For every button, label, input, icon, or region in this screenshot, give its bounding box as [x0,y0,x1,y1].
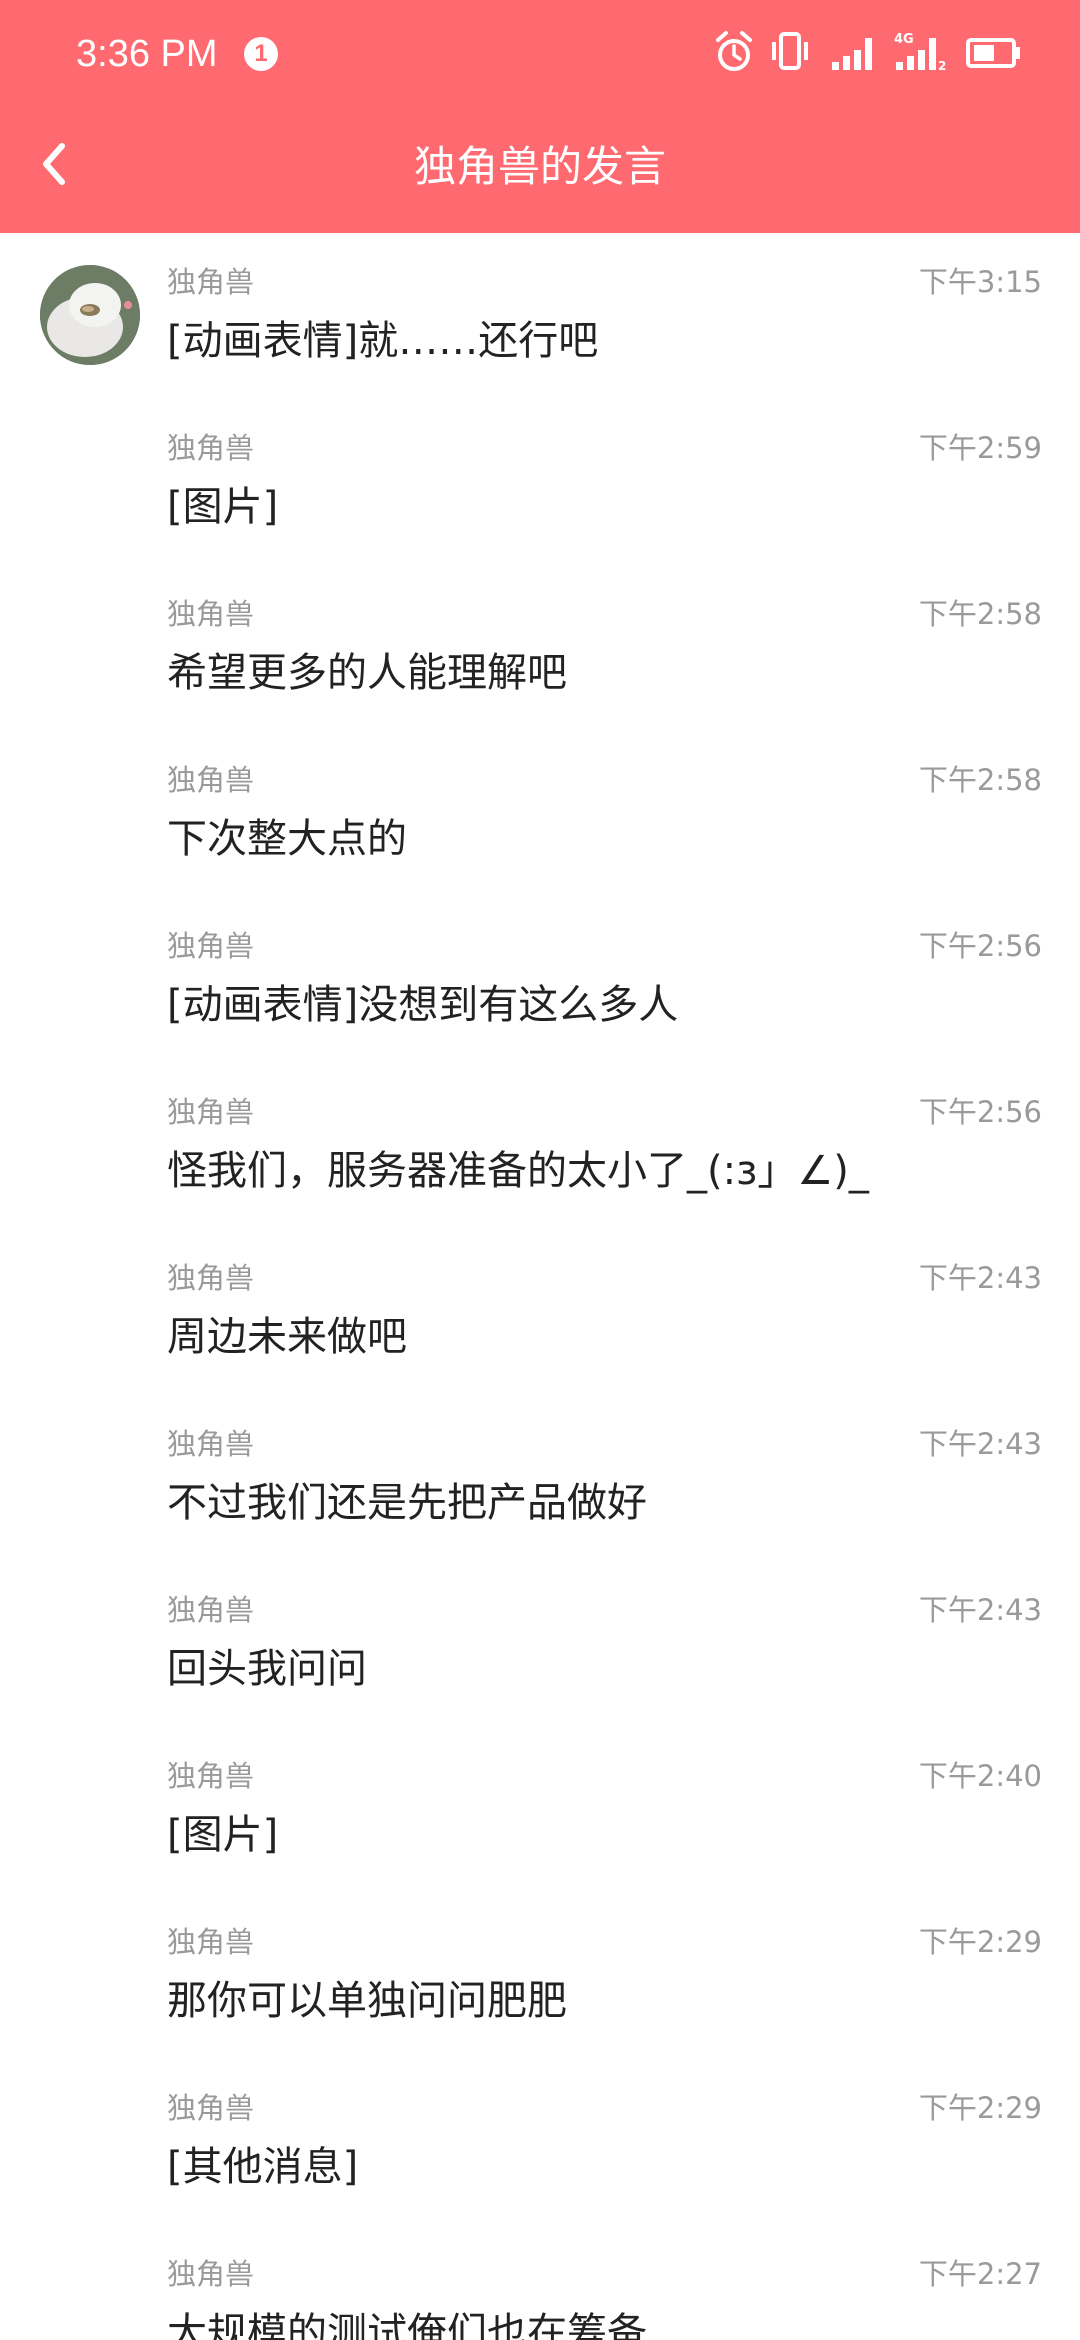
header: 3:36 PM 1 4G 2 独角兽的发言 [0,0,1080,233]
message-text: 不过我们还是先把产品做好 [167,1480,647,1526]
message-time: 下午2:59 [918,431,1042,465]
message-item[interactable]: 独角兽 下午2:29 那你可以单独问问肥肥 [0,1893,1080,2059]
message-time: 下午2:56 [918,929,1042,963]
message-sender: 独角兽 [167,2257,255,2291]
message-sender: 独角兽 [167,431,255,465]
message-item[interactable]: 独角兽 下午2:59 [图片] [0,399,1080,565]
message-sender: 独角兽 [167,1261,255,1295]
message-text: 周边未来做吧 [167,1314,407,1360]
message-sender: 独角兽 [167,1095,255,1129]
alarm-icon [716,31,752,71]
signal-4g-icon: 4G 2 [894,32,946,73]
message-sender: 独角兽 [167,597,255,631]
message-sender: 独角兽 [167,2091,255,2125]
message-time: 下午2:29 [918,2091,1042,2125]
message-text: [其他消息] [167,2144,359,2190]
message-item[interactable]: 独角兽 下午2:56 [动画表情]没想到有这么多人 [0,897,1080,1063]
svg-text:4G: 4G [894,32,914,47]
message-text: 大规模的测试俺们也在筹备 [167,2310,647,2340]
status-bar: 3:36 PM 1 4G 2 [0,0,1080,110]
svg-text:2: 2 [938,59,946,73]
status-icons: 4G 2 [714,30,1044,80]
message-item[interactable]: 独角兽 下午2:43 不过我们还是先把产品做好 [0,1395,1080,1561]
message-item[interactable]: 独角兽 下午3:15 [动画表情]就……还行吧 [0,233,1080,399]
message-text: [图片] [167,484,279,530]
message-text: 怪我们，服务器准备的太小了_(:з」∠)_ [167,1148,869,1194]
message-sender: 独角兽 [167,265,255,299]
message-item[interactable]: 独角兽 下午2:27 大规模的测试俺们也在筹备 [0,2225,1080,2340]
message-sender: 独角兽 [167,763,255,797]
message-time: 下午3:15 [918,265,1042,299]
message-item[interactable]: 独角兽 下午2:43 周边未来做吧 [0,1229,1080,1395]
message-text: [动画表情]就……还行吧 [167,318,599,364]
message-item[interactable]: 独角兽 下午2:43 回头我问问 [0,1561,1080,1727]
message-item[interactable]: 独角兽 下午2:40 [图片] [0,1727,1080,1893]
battery-icon [966,38,1020,68]
page-title: 独角兽的发言 [413,142,666,191]
title-bar: 独角兽的发言 [0,110,1080,233]
message-text: 那你可以单独问问肥肥 [167,1978,567,2024]
message-text: 下次整大点的 [167,816,407,862]
message-time: 下午2:58 [918,597,1042,631]
message-time: 下午2:58 [918,763,1042,797]
message-item[interactable]: 独角兽 下午2:29 [其他消息] [0,2059,1080,2225]
avatar[interactable] [40,265,140,365]
message-text: [图片] [167,1812,279,1858]
message-time: 下午2:43 [918,1593,1042,1627]
message-text: [动画表情]没想到有这么多人 [167,982,679,1028]
message-time: 下午2:29 [918,1925,1042,1959]
message-sender: 独角兽 [167,1759,255,1793]
message-item[interactable]: 独角兽 下午2:58 下次整大点的 [0,731,1080,897]
message-text: 希望更多的人能理解吧 [167,650,567,696]
message-sender: 独角兽 [167,1925,255,1959]
message-time: 下午2:43 [918,1427,1042,1461]
message-item[interactable]: 独角兽 下午2:56 怪我们，服务器准备的太小了_(:з」∠)_ [0,1063,1080,1229]
status-time: 3:36 PM [76,33,218,75]
vibrate-icon [772,32,808,70]
signal-icon [832,38,872,70]
notification-badge: 1 [244,37,278,71]
message-time: 下午2:43 [918,1261,1042,1295]
message-time: 下午2:56 [918,1095,1042,1129]
message-sender: 独角兽 [167,929,255,963]
message-sender: 独角兽 [167,1427,255,1461]
message-item[interactable]: 独角兽 下午2:58 希望更多的人能理解吧 [0,565,1080,731]
message-time: 下午2:27 [918,2257,1042,2291]
message-text: 回头我问问 [167,1646,367,1692]
message-time: 下午2:40 [918,1759,1042,1793]
message-sender: 独角兽 [167,1593,255,1627]
message-list[interactable]: 独角兽 下午3:15 [动画表情]就……还行吧 独角兽 下午2:59 [图片] … [0,233,1080,2340]
